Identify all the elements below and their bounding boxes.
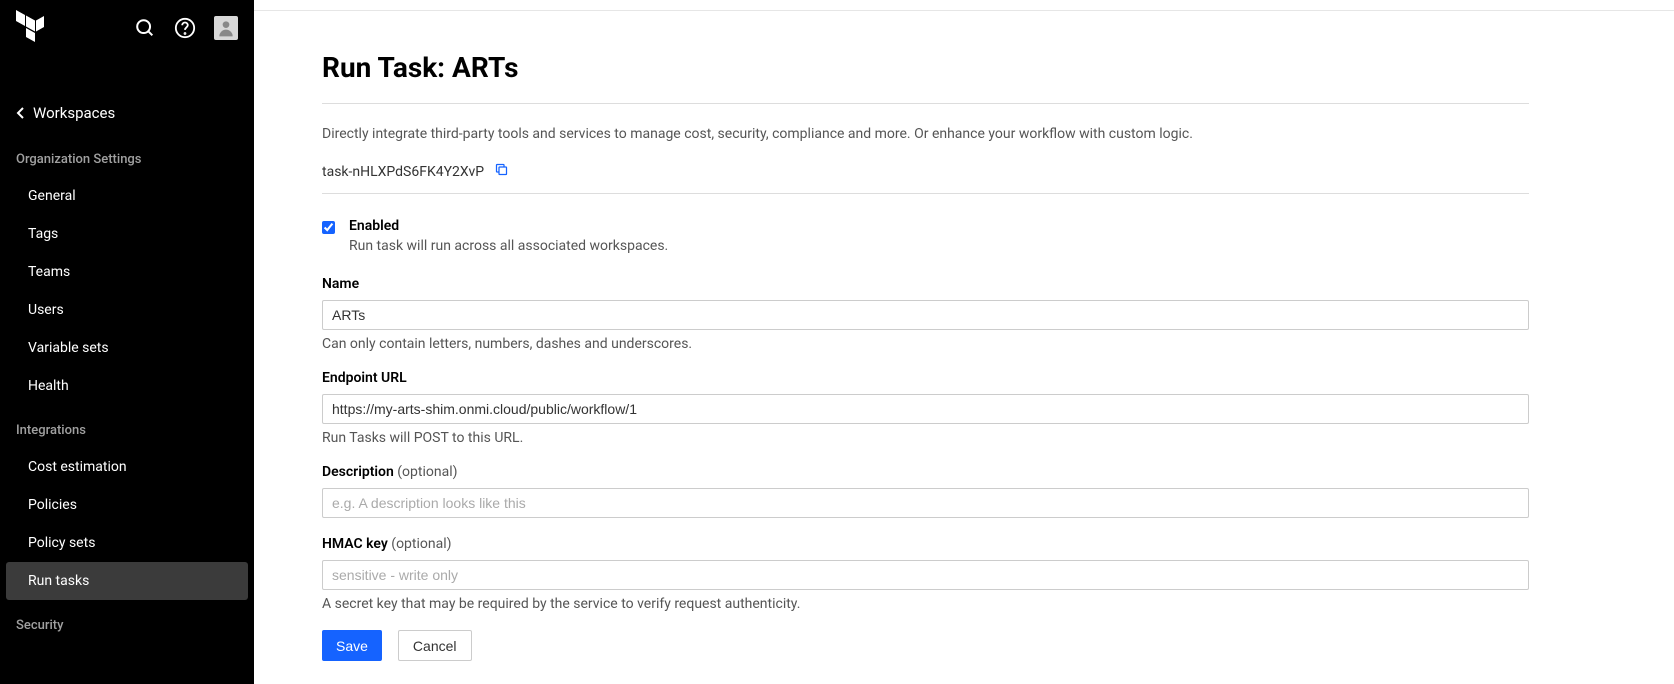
url-label: Endpoint URL (322, 370, 1529, 386)
nav-general[interactable]: General (6, 177, 248, 215)
nav-policies[interactable]: Policies (6, 486, 248, 524)
task-id: task-nHLXPdS6FK4Y2XvP (322, 164, 484, 180)
name-hint: Can only contain letters, numbers, dashe… (322, 336, 1529, 352)
field-endpoint-url: Endpoint URL Run Tasks will POST to this… (322, 370, 1529, 446)
main-content: Run Task: ARTs Directly integrate third-… (254, 0, 1674, 684)
hmac-input[interactable] (322, 560, 1529, 590)
page-title: Run Task: ARTs (322, 51, 1529, 104)
sidebar: Workspaces Organization Settings General… (0, 0, 254, 684)
enabled-hint: Run task will run across all associated … (349, 238, 668, 254)
nav-variable-sets[interactable]: Variable sets (6, 329, 248, 367)
field-hmac: HMAC key (optional) A secret key that ma… (322, 536, 1529, 612)
url-hint: Run Tasks will POST to this URL. (322, 430, 1529, 446)
cancel-button[interactable]: Cancel (398, 630, 472, 661)
search-icon[interactable] (134, 17, 156, 39)
copy-icon[interactable] (494, 162, 509, 181)
back-label: Workspaces (33, 104, 115, 122)
terraform-logo-icon[interactable] (16, 10, 44, 46)
nav-health[interactable]: Health (6, 367, 248, 405)
page-intro: Directly integrate third-party tools and… (322, 126, 1529, 142)
enabled-label: Enabled (349, 218, 668, 234)
top-border (254, 0, 1674, 11)
button-row: Save Cancel (322, 630, 1529, 661)
help-icon[interactable] (174, 17, 196, 39)
nav-run-tasks[interactable]: Run tasks (6, 562, 248, 600)
user-avatar[interactable] (214, 16, 238, 40)
save-button[interactable]: Save (322, 630, 382, 661)
nav-users[interactable]: Users (6, 291, 248, 329)
url-input[interactable] (322, 394, 1529, 424)
hmac-hint: A secret key that may be required by the… (322, 596, 1529, 612)
desc-label: Description (optional) (322, 464, 1529, 480)
back-workspaces[interactable]: Workspaces (0, 92, 254, 134)
sidebar-header (0, 0, 254, 56)
nav-teams[interactable]: Teams (6, 253, 248, 291)
nav-policy-sets[interactable]: Policy sets (6, 524, 248, 562)
field-name: Name Can only contain letters, numbers, … (322, 276, 1529, 352)
section-security: Security (0, 600, 254, 643)
nav-tags[interactable]: Tags (6, 215, 248, 253)
name-input[interactable] (322, 300, 1529, 330)
section-integrations: Integrations (0, 405, 254, 448)
section-org-settings: Organization Settings (0, 134, 254, 177)
enabled-row: Enabled Run task will run across all ass… (322, 218, 1529, 254)
nav-cost-estimation[interactable]: Cost estimation (6, 448, 248, 486)
desc-input[interactable] (322, 488, 1529, 518)
field-description: Description (optional) (322, 464, 1529, 518)
name-label: Name (322, 276, 1529, 292)
hmac-label: HMAC key (optional) (322, 536, 1529, 552)
task-id-row: task-nHLXPdS6FK4Y2XvP (322, 162, 1529, 194)
enabled-checkbox[interactable] (322, 221, 335, 234)
